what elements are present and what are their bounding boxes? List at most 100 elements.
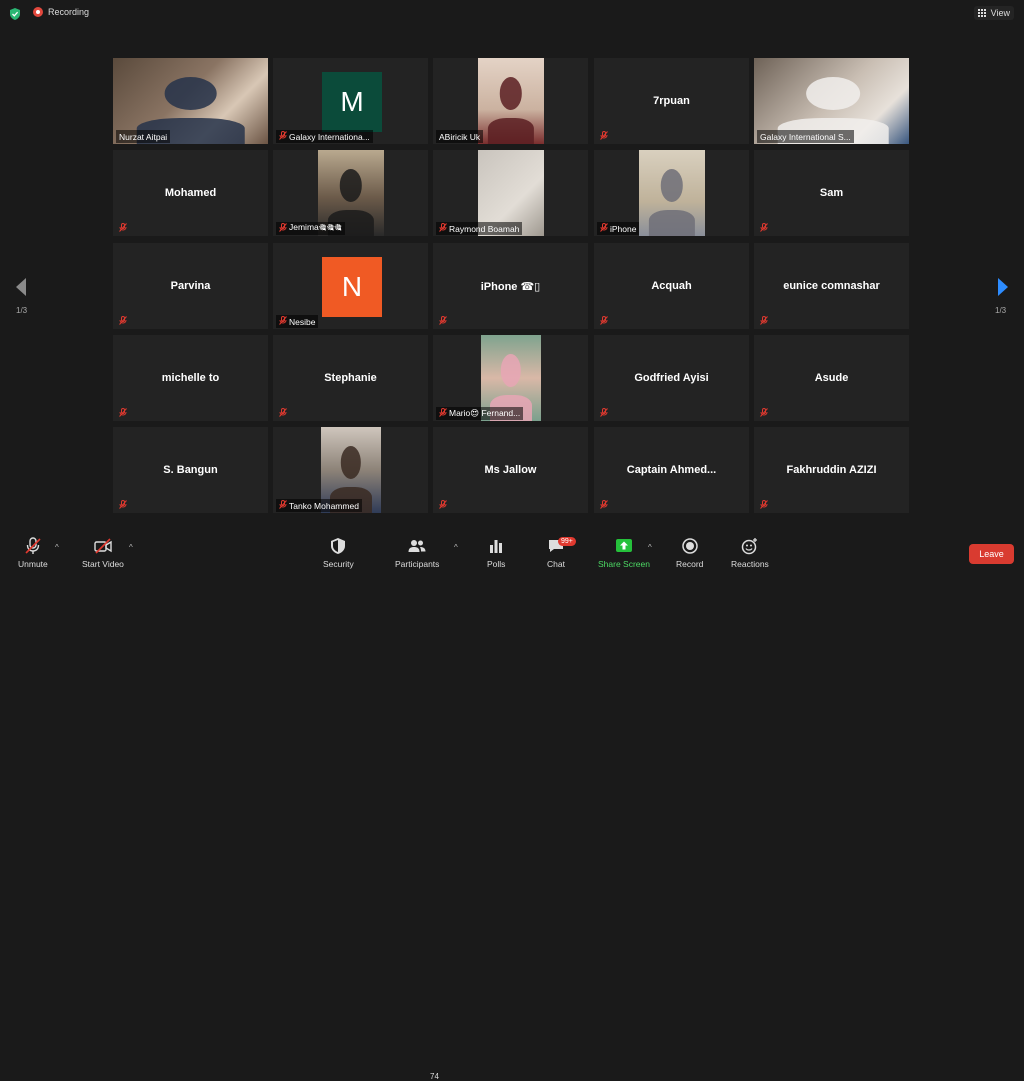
participant-tile[interactable]: iPhone xyxy=(594,150,749,236)
participants-count: 74 xyxy=(430,1072,439,1081)
microphone-muted-icon xyxy=(439,408,447,419)
participant-tile[interactable]: Asude xyxy=(754,335,909,421)
microphone-muted-icon xyxy=(439,500,447,511)
participant-tile[interactable]: 7rpuan xyxy=(594,58,749,144)
page-indicator-right: 1/3 xyxy=(995,306,1007,315)
shield-check-icon[interactable] xyxy=(9,8,21,20)
participant-tile[interactable]: Sam xyxy=(754,150,909,236)
participant-tile[interactable]: Nurzat Aitpai xyxy=(113,58,268,144)
participant-tile[interactable]: iPhone ☎▯ xyxy=(433,243,588,329)
microphone-muted-icon xyxy=(600,131,608,142)
participant-name-label: Jemima🎕🎕🎕 xyxy=(276,222,345,235)
participant-name-label: ABiricik Uk xyxy=(436,130,484,143)
participants-options-caret-icon[interactable]: ^ xyxy=(454,543,458,552)
microphone-muted-icon xyxy=(600,223,608,234)
next-page-arrow-icon[interactable] xyxy=(996,277,1010,297)
chat-unread-badge: 99+ xyxy=(558,537,576,546)
microphone-muted-icon xyxy=(600,316,608,327)
microphone-muted-icon xyxy=(760,316,768,327)
participant-tile[interactable]: Godfried Ayisi xyxy=(594,335,749,421)
leave-button[interactable]: Leave xyxy=(969,544,1014,564)
record-label: Record xyxy=(676,559,704,569)
participant-name: Nesibe xyxy=(289,316,316,327)
participant-tile[interactable]: Mario😍 Fernand... xyxy=(433,335,588,421)
microphone-muted-icon xyxy=(119,316,127,327)
microphone-muted-icon xyxy=(119,408,127,419)
unmute-button[interactable]: Unmute xyxy=(18,537,48,569)
participant-tile[interactable]: Acquah xyxy=(594,243,749,329)
participant-tile[interactable]: Tanko Mohammed xyxy=(273,427,428,513)
participant-tile[interactable]: S. Bangun xyxy=(113,427,268,513)
participant-name-label: Nurzat Aitpai xyxy=(116,130,171,143)
recording-indicator[interactable]: Recording xyxy=(33,7,89,17)
participant-name: Jemima🎕🎕🎕 xyxy=(289,222,342,232)
participant-tile[interactable]: Galaxy International S... xyxy=(754,58,909,144)
microphone-muted-icon xyxy=(600,408,608,419)
security-shield-icon xyxy=(331,538,346,554)
participant-tile[interactable]: Mohamed xyxy=(113,150,268,236)
unmute-label: Unmute xyxy=(18,559,48,569)
security-label: Security xyxy=(323,559,354,569)
participant-tile[interactable]: Ms Jallow xyxy=(433,427,588,513)
polls-bar-chart-icon xyxy=(490,540,503,553)
recording-label: Recording xyxy=(48,7,90,17)
participant-tile[interactable]: ABiricik Uk xyxy=(433,58,588,144)
microphone-muted-icon xyxy=(760,223,768,234)
participant-name: Godfried Ayisi xyxy=(634,372,709,384)
participant-status xyxy=(597,407,611,420)
share-screen-arrow-icon xyxy=(615,539,632,552)
participant-name: Raymond Boamah xyxy=(449,223,520,234)
audio-options-caret-icon[interactable]: ^ xyxy=(55,543,59,552)
participant-tile[interactable]: eunice comnashar xyxy=(754,243,909,329)
participants-icon xyxy=(408,540,426,552)
grid-view-icon xyxy=(977,8,987,18)
participant-name: Fakhruddin AZIZI xyxy=(786,464,877,476)
microphone-muted-icon xyxy=(439,223,447,234)
participant-name: Mohamed xyxy=(164,187,217,199)
microphone-muted-icon xyxy=(760,408,768,419)
start-video-button[interactable]: Start Video xyxy=(82,537,124,569)
participant-tile[interactable]: Parvina xyxy=(113,243,268,329)
avatar-letter: N xyxy=(341,271,363,302)
participant-status xyxy=(597,315,611,328)
participant-tile[interactable]: M Galaxy Internationa... xyxy=(273,58,428,144)
microphone-muted-icon xyxy=(279,223,287,234)
participant-tile[interactable]: Captain Ahmed... xyxy=(594,427,749,513)
participant-name: 7rpuan xyxy=(653,95,690,107)
previous-page-arrow-icon[interactable] xyxy=(14,277,28,297)
start-video-label: Start Video xyxy=(82,559,124,569)
participant-status xyxy=(116,407,130,420)
participant-tile[interactable]: N Nesibe xyxy=(273,243,428,329)
view-button[interactable]: View xyxy=(973,6,1014,20)
share-options-caret-icon[interactable]: ^ xyxy=(648,543,652,552)
participants-label: Participants xyxy=(395,559,440,569)
microphone-muted-icon xyxy=(279,131,287,142)
participant-tile[interactable]: Raymond Boamah xyxy=(433,150,588,236)
record-dot-icon xyxy=(33,7,43,17)
participant-name: Galaxy International S... xyxy=(760,131,851,142)
participant-tile[interactable]: Jemima🎕🎕🎕 xyxy=(273,150,428,236)
participant-name: ABiricik Uk xyxy=(439,131,481,142)
record-button[interactable]: Record xyxy=(676,537,703,569)
participant-name-label: iPhone xyxy=(597,222,640,235)
participant-name: eunice comnashar xyxy=(783,280,880,292)
participant-name: Captain Ahmed... xyxy=(626,464,717,476)
participant-tile[interactable]: michelle to xyxy=(113,335,268,421)
share-screen-button[interactable]: Share Screen xyxy=(598,537,650,569)
security-button[interactable]: Security xyxy=(323,537,354,569)
participant-name-label: Galaxy Internationa... xyxy=(276,130,373,143)
participant-name: Nurzat Aitpai xyxy=(119,131,168,142)
share-screen-label: Share Screen xyxy=(598,559,650,569)
reactions-button[interactable]: Reactions xyxy=(731,537,769,569)
participant-name: Parvina xyxy=(170,280,211,292)
participant-status xyxy=(597,499,611,512)
microphone-muted-icon xyxy=(279,316,287,327)
participants-button[interactable]: Participants xyxy=(395,537,439,569)
polls-button[interactable]: Polls xyxy=(487,537,505,569)
participant-tile[interactable]: Fakhruddin AZIZI xyxy=(754,427,909,513)
participant-tile[interactable]: Stephanie xyxy=(273,335,428,421)
microphone-muted-icon xyxy=(279,408,287,419)
page-indicator-left: 1/3 xyxy=(16,306,28,315)
video-options-caret-icon[interactable]: ^ xyxy=(129,543,133,552)
participant-status xyxy=(436,315,450,328)
